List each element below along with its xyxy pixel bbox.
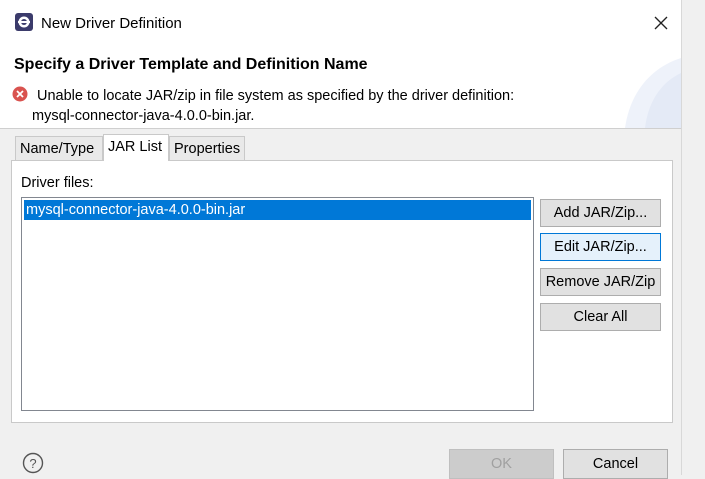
add-jar-button[interactable]: Add JAR/Zip...	[540, 199, 661, 227]
list-item[interactable]: mysql-connector-java-4.0.0-bin.jar	[24, 200, 531, 220]
page-heading: Specify a Driver Template and Definition…	[14, 56, 368, 73]
driver-files-label: Driver files:	[21, 175, 94, 191]
error-message-filename: mysql-connector-java-4.0.0-bin.jar.	[32, 108, 255, 124]
banner-decoration	[625, 58, 681, 128]
dialog: New Driver Definition Specify a Driver T…	[0, 0, 682, 479]
clear-all-button[interactable]: Clear All	[540, 303, 661, 331]
tab-properties[interactable]: Properties	[169, 136, 245, 160]
help-icon[interactable]: ?	[22, 452, 44, 474]
title-bar: New Driver Definition	[0, 0, 681, 48]
eclipse-app-icon	[15, 13, 33, 31]
close-icon[interactable]	[650, 12, 672, 34]
wizard-banner: Specify a Driver Template and Definition…	[0, 48, 681, 129]
remove-jar-button[interactable]: Remove JAR/Zip	[540, 268, 661, 296]
tab-name-type[interactable]: Name/Type	[15, 136, 103, 160]
tab-jar-list[interactable]: JAR List	[103, 134, 169, 161]
svg-text:?: ?	[29, 456, 36, 471]
edit-jar-button[interactable]: Edit JAR/Zip...	[540, 233, 661, 261]
error-message: Unable to locate JAR/zip in file system …	[37, 88, 515, 104]
driver-files-list[interactable]: mysql-connector-java-4.0.0-bin.jar	[21, 197, 534, 411]
window-title: New Driver Definition	[41, 15, 182, 32]
error-icon	[12, 86, 28, 102]
